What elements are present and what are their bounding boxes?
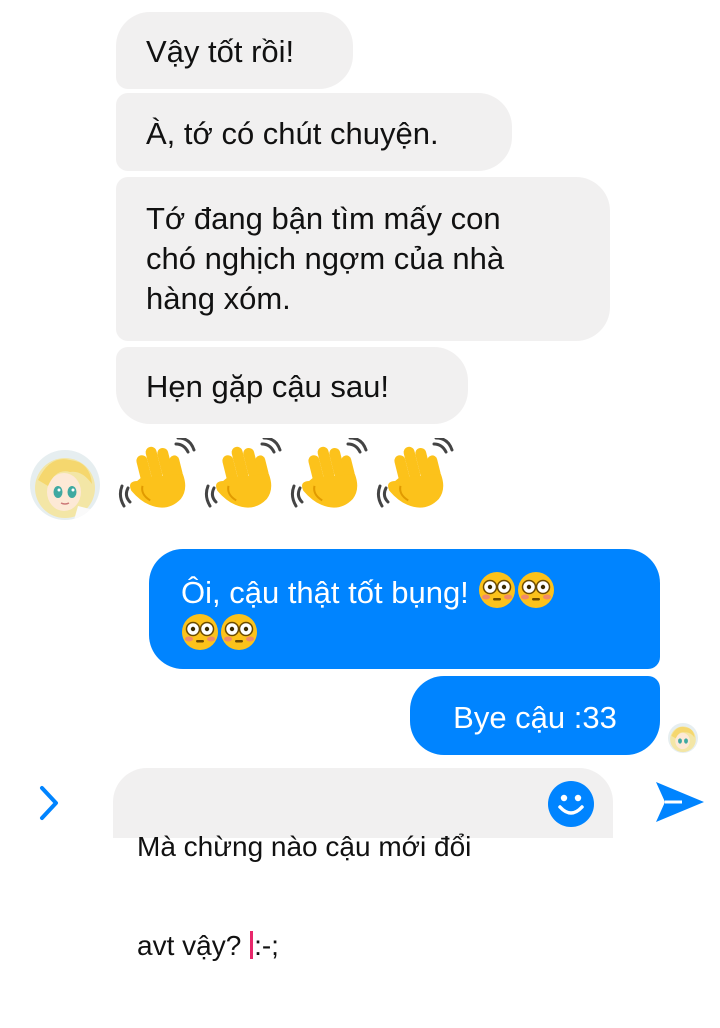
flushed-face-icon bbox=[518, 572, 555, 608]
flushed-face-icon bbox=[221, 614, 257, 650]
message-text: Vậy tốt rồi! bbox=[146, 34, 295, 69]
message-text: Hẹn gặp cậu sau! bbox=[146, 369, 390, 404]
outgoing-message[interactable]: Ôi, cậu thật tốt bụng! bbox=[149, 549, 660, 669]
message-input-text-after-caret: :-; bbox=[254, 930, 279, 961]
waving-hand-icon bbox=[376, 438, 454, 508]
message-input[interactable]: Mà chừng nào cậu mới đổi avt vậy? :-; bbox=[113, 768, 613, 961]
message-text: Bye cậu :33 bbox=[453, 700, 617, 735]
incoming-message[interactable]: Tớ đang bận tìm mấy con chó nghịch ngợm … bbox=[116, 177, 610, 341]
seen-receipt-avatar bbox=[668, 723, 698, 753]
message-text-line: chó nghịch ngợm của nhà bbox=[146, 241, 505, 276]
incoming-message[interactable]: Vậy tốt rồi! bbox=[116, 12, 353, 89]
message-text: Ôi, cậu thật tốt bụng! bbox=[181, 575, 469, 610]
message-text-line: Tớ đang bận tìm mấy con bbox=[146, 201, 501, 236]
send-icon[interactable] bbox=[652, 778, 708, 826]
message-input-line: avt vậy? :-; bbox=[137, 929, 537, 962]
smiley-icon[interactable] bbox=[547, 780, 595, 828]
flushed-face-icon bbox=[479, 572, 516, 608]
text-caret bbox=[250, 931, 254, 959]
waving-hand-icon bbox=[118, 438, 196, 508]
outgoing-message[interactable]: Bye cậu :33 bbox=[410, 676, 660, 755]
waving-hand-icon bbox=[290, 438, 368, 508]
chevron-right-icon[interactable] bbox=[36, 784, 62, 822]
incoming-message[interactable]: Hẹn gặp cậu sau! bbox=[116, 347, 468, 424]
message-input-line: Mà chừng nào cậu mới đổi bbox=[137, 831, 472, 862]
flushed-face-icon bbox=[182, 614, 218, 650]
message-input-text[interactable]: Mà chừng nào cậu mới đổi avt vậy? :-; bbox=[137, 764, 537, 1028]
incoming-message[interactable]: À, tớ có chút chuyện. bbox=[116, 93, 512, 171]
message-text: À, tớ có chút chuyện. bbox=[146, 116, 439, 151]
avatar-image bbox=[30, 450, 100, 520]
message-text-line: hàng xóm. bbox=[146, 281, 291, 316]
avatar-image bbox=[668, 723, 698, 753]
waving-hand-icon bbox=[204, 438, 282, 508]
message-input-text-before-caret: avt vậy? bbox=[137, 930, 250, 961]
contact-avatar[interactable] bbox=[30, 450, 100, 520]
